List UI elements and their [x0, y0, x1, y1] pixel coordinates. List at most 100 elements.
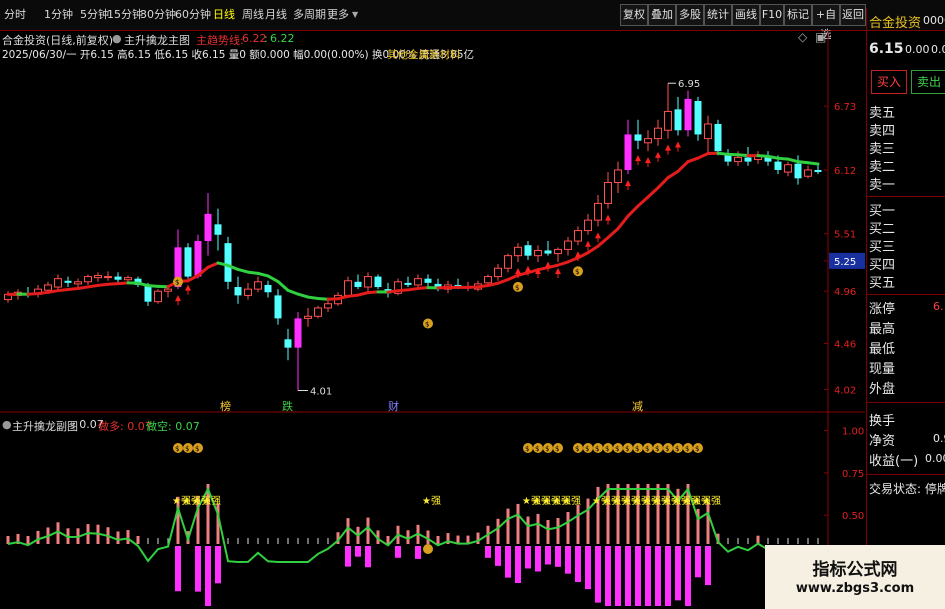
tab-daily[interactable]: 日线	[213, 6, 235, 24]
tab-15min[interactable]: 15分钟	[107, 6, 143, 24]
money-bag-icon: $	[655, 445, 659, 453]
candle-body	[794, 163, 802, 179]
trend-line-segment	[316, 297, 330, 301]
event-marker: 财	[388, 399, 399, 413]
money-bag-icon: $	[575, 445, 579, 453]
strong-star-icon: ★	[702, 496, 711, 507]
trend-line-segment	[646, 186, 660, 199]
candle-body	[304, 315, 312, 319]
money-bag-icon: $	[605, 445, 609, 453]
money-bag-icon: $	[545, 445, 549, 453]
diamond-icon[interactable]: ◇	[798, 30, 807, 44]
strong-star-icon: ★	[672, 496, 681, 507]
money-bag-icon: $	[195, 445, 199, 453]
money-bag-icon: $	[575, 268, 579, 276]
strong-star-icon: ★	[182, 496, 191, 507]
kline-chart[interactable]: 6.73 6.12 5.51 5.25 4.96 4.46 4.02 $ $ $ $6.95 4.01…	[0, 30, 865, 609]
tab-monthly[interactable]: 月线	[265, 6, 287, 24]
sub-indicator-name[interactable]: 主升擒龙副图	[12, 418, 78, 434]
trend-line-segment	[76, 285, 90, 291]
trend-line-segment	[496, 278, 510, 285]
candle-body	[554, 248, 562, 255]
candle-body	[564, 240, 572, 250]
restore-button[interactable]: 复权	[620, 4, 648, 26]
buy-level-3: 买三	[869, 240, 896, 255]
candle-body	[424, 278, 432, 283]
statistics-button[interactable]: 统计	[704, 4, 732, 26]
money-bag-icon: $	[585, 445, 589, 453]
back-button[interactable]: 返回	[840, 4, 866, 26]
up-arrow-icon	[185, 284, 191, 291]
stat-outer: 外盘	[869, 382, 896, 397]
tab-1min[interactable]: 1分钟	[44, 6, 73, 24]
draw-line-button[interactable]: 画线	[732, 4, 760, 26]
multi-stock-button[interactable]: 多股	[676, 4, 704, 26]
candle-body	[694, 100, 702, 135]
stat-limit-up: 涨停	[869, 302, 896, 317]
trend-line-segment	[46, 289, 60, 294]
trend-line-segment	[296, 292, 310, 299]
tab-weekly[interactable]: 周线	[242, 6, 264, 24]
more-dropdown-icon[interactable]: ▼	[352, 10, 358, 19]
price-tick-label: 5.51	[834, 230, 856, 241]
tab-multi-period[interactable]: 多周期	[293, 6, 326, 24]
candle-body	[484, 276, 492, 284]
tab-30min[interactable]: 30分钟	[140, 6, 176, 24]
indicator-toggle-icon[interactable]: ●	[112, 32, 122, 45]
money-bag-icon: $	[175, 279, 179, 287]
candle-body	[514, 246, 522, 257]
candle-body	[164, 288, 172, 292]
candle-body	[214, 224, 222, 235]
watermark-url: www.zbgs3.com	[795, 581, 915, 596]
candle-body	[274, 295, 282, 319]
watermark-name: 指标公式网	[812, 560, 898, 580]
buy-level-4: 买四	[869, 258, 896, 273]
mark-button[interactable]: 标记	[784, 4, 812, 26]
stock-code: 0006	[923, 14, 945, 27]
candle-body	[654, 127, 662, 140]
overlay-button[interactable]: 叠加	[648, 4, 676, 26]
candle-body	[294, 318, 302, 348]
sell-level-2: 卖二	[869, 160, 896, 175]
price-change: 0.00	[905, 43, 930, 56]
tab-timeshare[interactable]: 分时	[4, 6, 26, 24]
candle-body	[54, 278, 62, 288]
money-bag-icon: $	[685, 445, 689, 453]
buy-level-5: 买五	[869, 276, 896, 291]
price-tick-label: 4.02	[834, 385, 856, 396]
strong-star-icon: ★	[522, 496, 531, 507]
candle-body	[534, 249, 542, 257]
candle-body	[284, 339, 292, 348]
tab-more[interactable]: 更多	[327, 6, 349, 24]
add-watchlist-button[interactable]: +自选	[812, 4, 840, 41]
window-icon[interactable]: ▣	[815, 30, 826, 44]
up-arrow-icon	[595, 232, 601, 239]
candle-body	[374, 276, 382, 288]
f10-button[interactable]: F10	[760, 4, 784, 26]
trend-line-segment	[736, 153, 750, 158]
candle-body	[594, 202, 602, 221]
trend-line-segment	[96, 282, 110, 287]
tab-60min[interactable]: 60分钟	[175, 6, 211, 24]
stat-turnover: 换手	[869, 414, 896, 429]
trend-line-segment	[326, 297, 340, 301]
trend-line-segment	[106, 282, 120, 286]
money-bag-icon: $	[425, 320, 429, 328]
sell-button[interactable]: 卖出	[911, 70, 945, 94]
buy-button[interactable]: 买入	[871, 70, 907, 94]
money-bag-icon: $	[515, 284, 519, 292]
stat-eps: 收益(一)	[869, 454, 919, 469]
candle-body	[84, 276, 92, 283]
trend-line-segment	[506, 273, 520, 282]
trend-line-segment	[626, 204, 640, 218]
money-bag-icon: $	[175, 445, 179, 453]
sub-indicator-icon[interactable]: ●	[2, 418, 12, 431]
long-label: 做多: 0.07	[98, 420, 152, 433]
sell-level-1: 卖一	[869, 178, 896, 193]
trend-label: 主趋势线:	[196, 34, 244, 47]
stat-net-assets-value: 0.9	[933, 432, 945, 445]
tab-5min[interactable]: 5分钟	[80, 6, 109, 24]
trend-line-segment	[606, 227, 620, 240]
trend-line-segment	[36, 290, 50, 296]
indicator-name[interactable]: 主升擒龙主图	[124, 32, 190, 48]
